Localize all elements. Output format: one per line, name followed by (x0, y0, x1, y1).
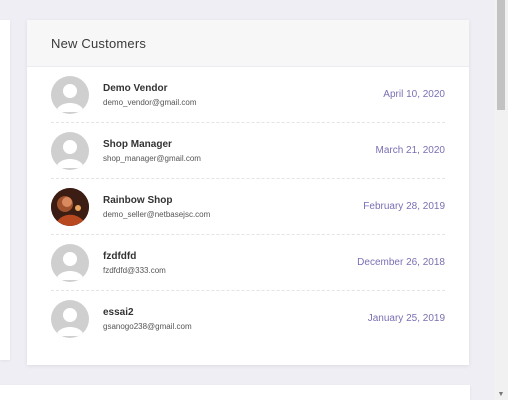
page: New Customers Demo Vendor demo_vendor@gm… (0, 0, 508, 400)
customer-date: December 26, 2018 (357, 257, 445, 268)
scroll-down-arrow-icon[interactable]: ▼ (494, 391, 508, 398)
default-user-icon (51, 299, 89, 338)
customer-name[interactable]: Rainbow Shop (103, 195, 363, 206)
customer-row[interactable]: Rainbow Shop demo_seller@netbasejsc.com … (51, 179, 445, 235)
customer-list: Demo Vendor demo_vendor@gmail.com April … (27, 67, 469, 346)
default-user-icon (51, 243, 89, 282)
avatar-photo (51, 187, 89, 226)
customer-date: April 10, 2020 (383, 89, 445, 100)
customer-date: February 28, 2019 (363, 201, 445, 212)
customer-email: demo_vendor@gmail.com (103, 97, 197, 107)
customer-email: gsanogo238@gmail.com (103, 321, 192, 331)
customer-row[interactable]: essai2 gsanogo238@gmail.com January 25, … (51, 291, 445, 346)
card-title: New Customers (51, 35, 147, 51)
default-user-icon (51, 75, 89, 114)
customer-date: March 21, 2020 (375, 145, 446, 156)
customer-row[interactable]: Shop Manager shop_manager@gmail.com Marc… (51, 123, 445, 179)
new-customers-card: New Customers Demo Vendor demo_vendor@gm… (27, 20, 469, 365)
customer-name[interactable]: essai2 (103, 307, 368, 318)
adjacent-card (0, 20, 10, 360)
scrollbar-thumb[interactable] (497, 0, 505, 110)
customer-date: January 25, 2019 (367, 313, 445, 324)
customer-row[interactable]: Demo Vendor demo_vendor@gmail.com April … (51, 67, 445, 123)
customer-info: Rainbow Shop demo_seller@netbasejsc.com (103, 195, 363, 219)
customer-name[interactable]: Shop Manager (103, 139, 376, 150)
customer-email: demo_seller@netbasejsc.com (103, 209, 211, 219)
customer-name[interactable]: fzdfdfd (103, 251, 357, 262)
default-user-icon (51, 131, 89, 170)
card-header: New Customers (27, 20, 469, 67)
customer-email: shop_manager@gmail.com (103, 153, 201, 163)
vertical-scrollbar[interactable]: ▼ (494, 0, 508, 400)
customer-name[interactable]: Demo Vendor (103, 83, 383, 94)
next-card (0, 385, 470, 400)
customer-info: fzdfdfd fzdfdfd@333.com (103, 251, 357, 275)
customer-info: Shop Manager shop_manager@gmail.com (103, 139, 376, 163)
customer-email: fzdfdfd@333.com (103, 265, 166, 275)
customer-info: Demo Vendor demo_vendor@gmail.com (103, 83, 383, 107)
customer-row[interactable]: fzdfdfd fzdfdfd@333.com December 26, 201… (51, 235, 445, 291)
customer-info: essai2 gsanogo238@gmail.com (103, 307, 368, 331)
